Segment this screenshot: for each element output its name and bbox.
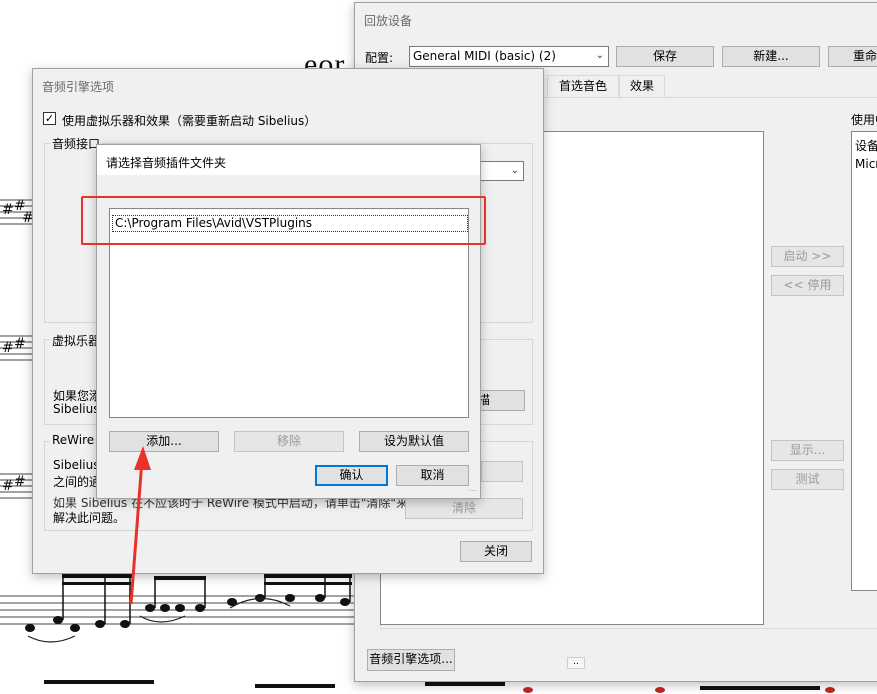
audio-engine-options-button[interactable]: 音频引擎选项... [367,649,455,671]
dialog-titlebar: 请选择音频插件文件夹 [97,145,480,175]
config-label: 配置: [365,51,394,65]
resize-grip-text: .. [573,657,579,667]
chevron-down-icon: ⌄ [510,165,519,176]
ok-button[interactable]: 确认 [315,465,388,486]
svg-text:#: # [14,474,26,490]
tab-preferred-sounds[interactable]: 首选音色 [547,75,619,97]
deactivate-button[interactable]: << 停用 [771,275,844,296]
rewire-text-line: 解决此问题。 [53,511,126,525]
highlight-box [81,196,486,245]
activate-button[interactable]: 启动 >> [771,246,844,267]
clear-button[interactable]: 清除 [405,498,523,519]
save-config-button[interactable]: 保存 [616,46,714,67]
add-folder-button[interactable]: 添加... [109,431,219,452]
rewire-text-line: Sibelius [53,458,100,472]
in-use-item[interactable]: Micr [855,157,877,171]
audio-interface-label: 音频接口 [50,135,103,152]
remove-folder-button[interactable]: 移除 [234,431,344,452]
virtual-note-line: Sibelius [53,402,100,416]
cancel-button[interactable]: 取消 [396,465,469,486]
rename-config-button[interactable]: 重命 [828,46,877,67]
rewire-label: ReWire [50,433,97,447]
svg-text:#: # [14,336,26,352]
rewire-button[interactable] [481,461,523,482]
checkmark-icon: ✓ [44,112,55,125]
use-virtual-instruments-checkbox[interactable]: ✓ [43,112,56,125]
in-use-label: 使用中 [851,113,877,127]
set-default-button[interactable]: 设为默认值 [359,431,469,452]
window-title: 回放设备 [364,14,413,28]
svg-text:#: # [2,340,14,356]
close-button[interactable]: 关闭 [460,541,532,562]
resize-grip-icon[interactable]: .. [567,657,585,669]
resize-grip-icon[interactable]: ⋯ [469,487,477,495]
config-select[interactable]: General MIDI (basic) (2) ⌄ [409,46,609,67]
in-use-devices-list[interactable]: 设备 Micr [851,131,877,591]
new-config-button[interactable]: 新建... [722,46,820,67]
use-virtual-instruments-label: 使用虚拟乐器和效果（需要重新启动 Sibelius） [62,114,317,128]
test-button[interactable]: 测试 [771,469,844,490]
window-title: 音频引擎选项 [42,80,115,94]
svg-text:#: # [2,202,14,218]
in-use-item[interactable]: 设备 [855,137,877,154]
rewire-text-line: 之间的通 [53,475,102,489]
show-button[interactable]: 显示... [771,440,844,461]
tab-effects[interactable]: 效果 [619,75,665,97]
dialog-title: 请选择音频插件文件夹 [106,156,227,170]
virtual-instruments-label: 虚拟乐器 [50,332,103,349]
chevron-down-icon: ⌄ [595,50,604,61]
svg-text:#: # [2,478,14,494]
config-select-value: General MIDI (basic) (2) [413,49,556,63]
audio-interface-select[interactable]: ⌄ [480,161,524,181]
